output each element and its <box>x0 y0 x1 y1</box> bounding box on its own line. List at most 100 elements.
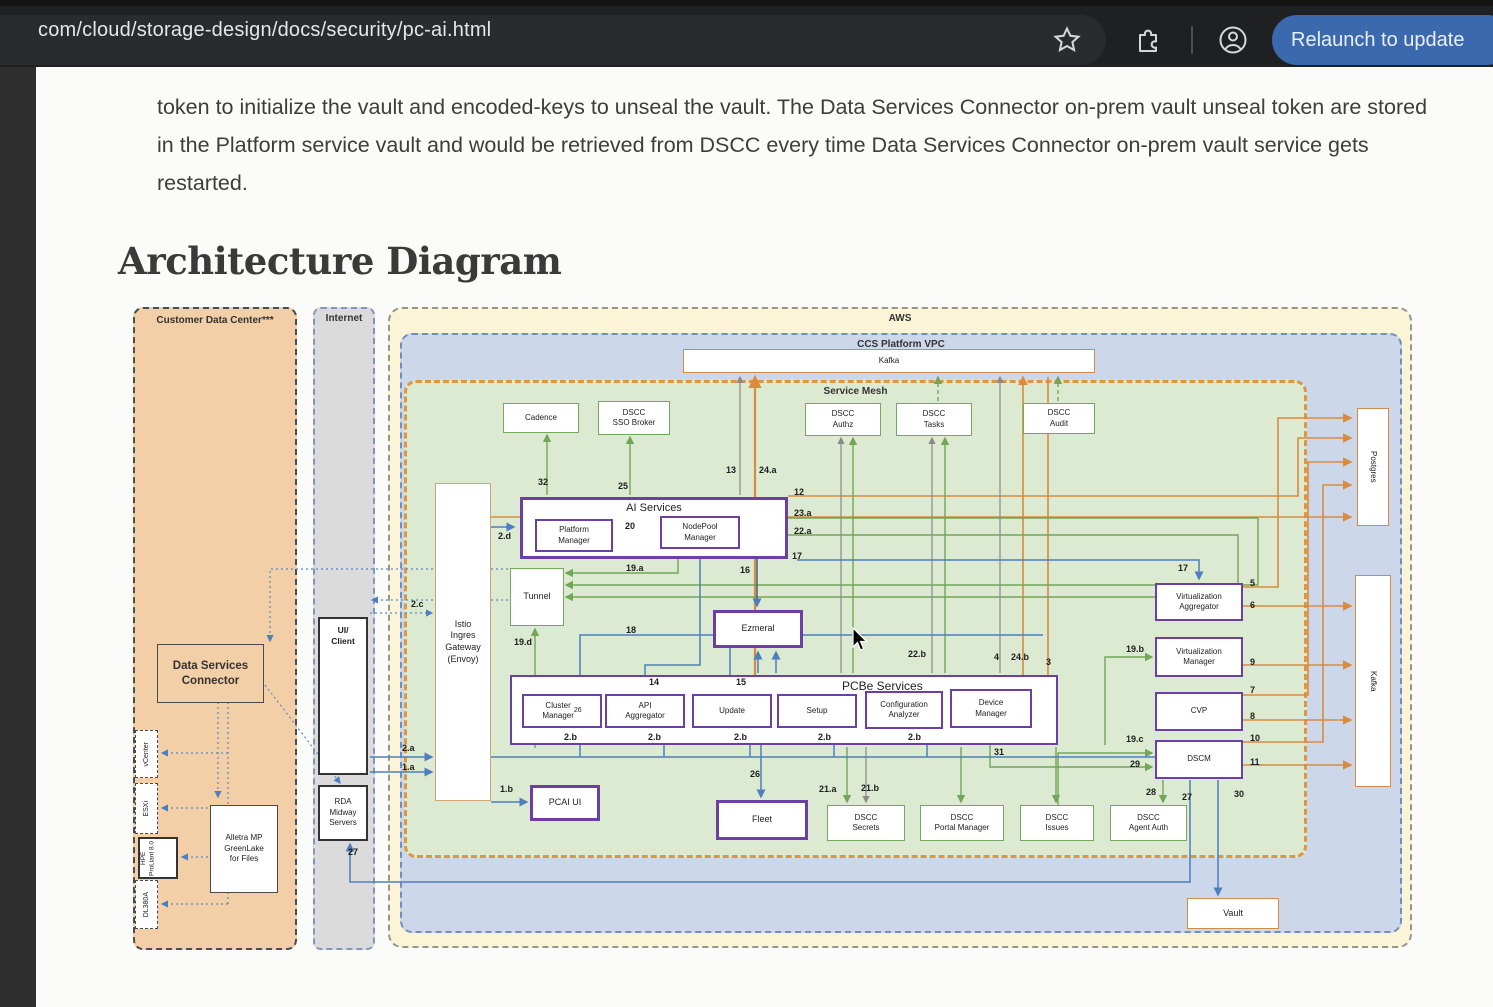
conn-label-9: 9 <box>1250 657 1255 667</box>
bookmark-star-icon[interactable] <box>1052 25 1082 55</box>
box-ezmeral: Ezmeral <box>713 610 803 648</box>
box-pcai-ui: PCAI UI <box>530 785 600 821</box>
box-kafka-right: Kafka <box>1355 575 1391 787</box>
conn-label-18: 18 <box>626 625 636 635</box>
box-platform-manager: Platform Manager <box>535 519 613 552</box>
box-ui-client: UI/ Client <box>318 617 368 775</box>
box-virtualization-manager: Virtualization Manager <box>1155 637 1243 677</box>
box-setup: Setup <box>777 694 857 728</box>
box-kafka-top: Kafka <box>683 349 1095 373</box>
box-esxi: ESXi <box>135 783 158 834</box>
conn-label-6: 6 <box>1250 600 1255 610</box>
conn-label-27-dscm: 27 <box>1182 792 1192 802</box>
box-cvp: CVP <box>1155 692 1243 731</box>
conn-label-23a: 23.a <box>794 508 812 518</box>
box-fleet: Fleet <box>716 800 808 840</box>
conn-label-10: 10 <box>1250 733 1260 743</box>
box-dscc-authz: DSCC Authz <box>805 403 881 436</box>
conn-label-2b-2: 2.b <box>648 732 661 742</box>
box-dscc-tasks: DSCC Tasks <box>896 403 972 436</box>
conn-label-19c: 19.c <box>1126 734 1144 744</box>
box-data-services-connector: Data Services Connector <box>157 644 264 703</box>
conn-label-2a: 2.a <box>402 743 415 753</box>
conn-label-4: 4 <box>994 652 999 662</box>
conn-label-21a: 21.a <box>819 784 837 794</box>
conn-label-5: 5 <box>1250 578 1255 588</box>
box-api-aggregator: API Aggregator <box>605 694 685 728</box>
box-istio-ingress-gateway: Istio Ingres Gateway (Envoy) <box>435 483 491 801</box>
conn-label-2b-1: 2.b <box>564 732 577 742</box>
box-dscc-sso-broker: DSCC SSO Broker <box>598 401 670 435</box>
box-update: Update <box>692 694 772 728</box>
box-vault: Vault <box>1187 898 1279 929</box>
conn-label-12: 12 <box>794 487 804 497</box>
architecture-diagram: Customer Data Center*** Internet AWS CCS… <box>118 295 1414 955</box>
conn-label-2d: 2.d <box>498 531 511 541</box>
relaunch-to-update-button[interactable]: Relaunch to update <box>1272 15 1493 65</box>
conn-label-3: 3 <box>1046 657 1051 667</box>
conn-label-2b-4: 2.b <box>818 732 831 742</box>
box-dscc-issues: DSCC Issues <box>1020 805 1094 841</box>
cluster-manager-subscript: 26 <box>574 706 582 715</box>
box-hpe-proliant: HPE ProLiant 8.0 <box>138 837 178 879</box>
conn-label-26: 26 <box>750 769 760 779</box>
box-dscc-agent-auth: DSCC Agent Auth <box>1110 805 1187 841</box>
conn-label-19a: 19.a <box>626 563 644 573</box>
conn-label-22a: 22.a <box>794 526 812 536</box>
box-virtualization-aggregator: Virtualization Aggregator <box>1155 583 1243 621</box>
ai-services-title: AI Services <box>626 501 682 515</box>
box-nodepool-manager: NodePool Manager <box>660 516 740 549</box>
profile-icon[interactable] <box>1218 25 1248 55</box>
conn-label-1a: 1.a <box>402 762 415 772</box>
box-alletra-mp-greenlake: Alletra MP GreenLake for Files <box>210 805 278 893</box>
conn-label-29: 29 <box>1130 759 1140 769</box>
conn-label-30: 30 <box>1234 789 1244 799</box>
box-cadence: Cadence <box>503 403 579 433</box>
conn-label-31: 31 <box>994 747 1004 757</box>
browser-window: com/cloud/storage-design/docs/security/p… <box>0 0 1493 1007</box>
dl380a-label: DL380A <box>142 892 151 917</box>
conn-label-24b: 24.b <box>1011 652 1029 662</box>
postgres-label: Postgres <box>1368 451 1378 483</box>
conn-label-20: 20 <box>625 521 635 531</box>
box-cluster-manager: Cluster Manager26 <box>522 694 602 728</box>
conn-label-25: 25 <box>618 481 628 491</box>
conn-label-2c: 2.c <box>411 599 424 609</box>
hpe-proliant-label: HPE ProLiant 8.0 <box>140 839 176 877</box>
conn-label-11: 11 <box>1250 757 1260 767</box>
conn-label-13: 13 <box>726 465 736 475</box>
box-dscm: DSCM <box>1155 740 1243 779</box>
box-rda-midway-servers: RDA Midway Servers <box>318 785 368 841</box>
conn-label-2b-3: 2.b <box>734 732 747 742</box>
box-vcenter: vCenter <box>135 730 158 778</box>
box-postgres: Postgres <box>1357 408 1389 526</box>
box-dscc-audit: DSCC Audit <box>1023 403 1095 434</box>
conn-label-22b: 22.b <box>908 649 926 659</box>
page-title: Architecture Diagram <box>118 239 561 283</box>
esxi-label: ESXi <box>142 801 151 817</box>
conn-label-16: 16 <box>740 565 750 575</box>
toolbar-divider <box>1191 26 1193 54</box>
conn-label-32: 32 <box>538 477 548 487</box>
kafka-right-label: Kafka <box>1368 671 1378 691</box>
conn-label-24a: 24.a <box>759 465 777 475</box>
conn-label-14: 14 <box>649 677 659 687</box>
box-device-manager: Device Manager <box>950 689 1032 728</box>
box-tunnel: Tunnel <box>510 568 564 626</box>
box-dscc-portal-manager: DSCC Portal Manager <box>920 805 1004 841</box>
doc-paragraph: token to initialize the vault and encode… <box>157 88 1429 202</box>
cluster-manager-label: Cluster Manager <box>542 701 574 722</box>
mouse-cursor <box>853 628 867 650</box>
url-text[interactable]: com/cloud/storage-design/docs/security/p… <box>38 19 491 42</box>
vcenter-label: vCenter <box>142 742 151 767</box>
box-configuration-analyzer: Configuration Analyzer <box>865 691 943 729</box>
conn-label-27-rda: 27 <box>348 847 358 857</box>
conn-label-2b-5: 2.b <box>908 732 921 742</box>
conn-label-17a: 17 <box>792 551 802 561</box>
conn-label-19b: 19.b <box>1126 644 1144 654</box>
window-side-strip <box>0 67 36 1007</box>
conn-label-28: 28 <box>1146 787 1156 797</box>
box-dl380a: DL380A <box>135 880 158 929</box>
conn-label-15: 15 <box>736 677 746 687</box>
extensions-puzzle-icon[interactable] <box>1133 25 1163 55</box>
